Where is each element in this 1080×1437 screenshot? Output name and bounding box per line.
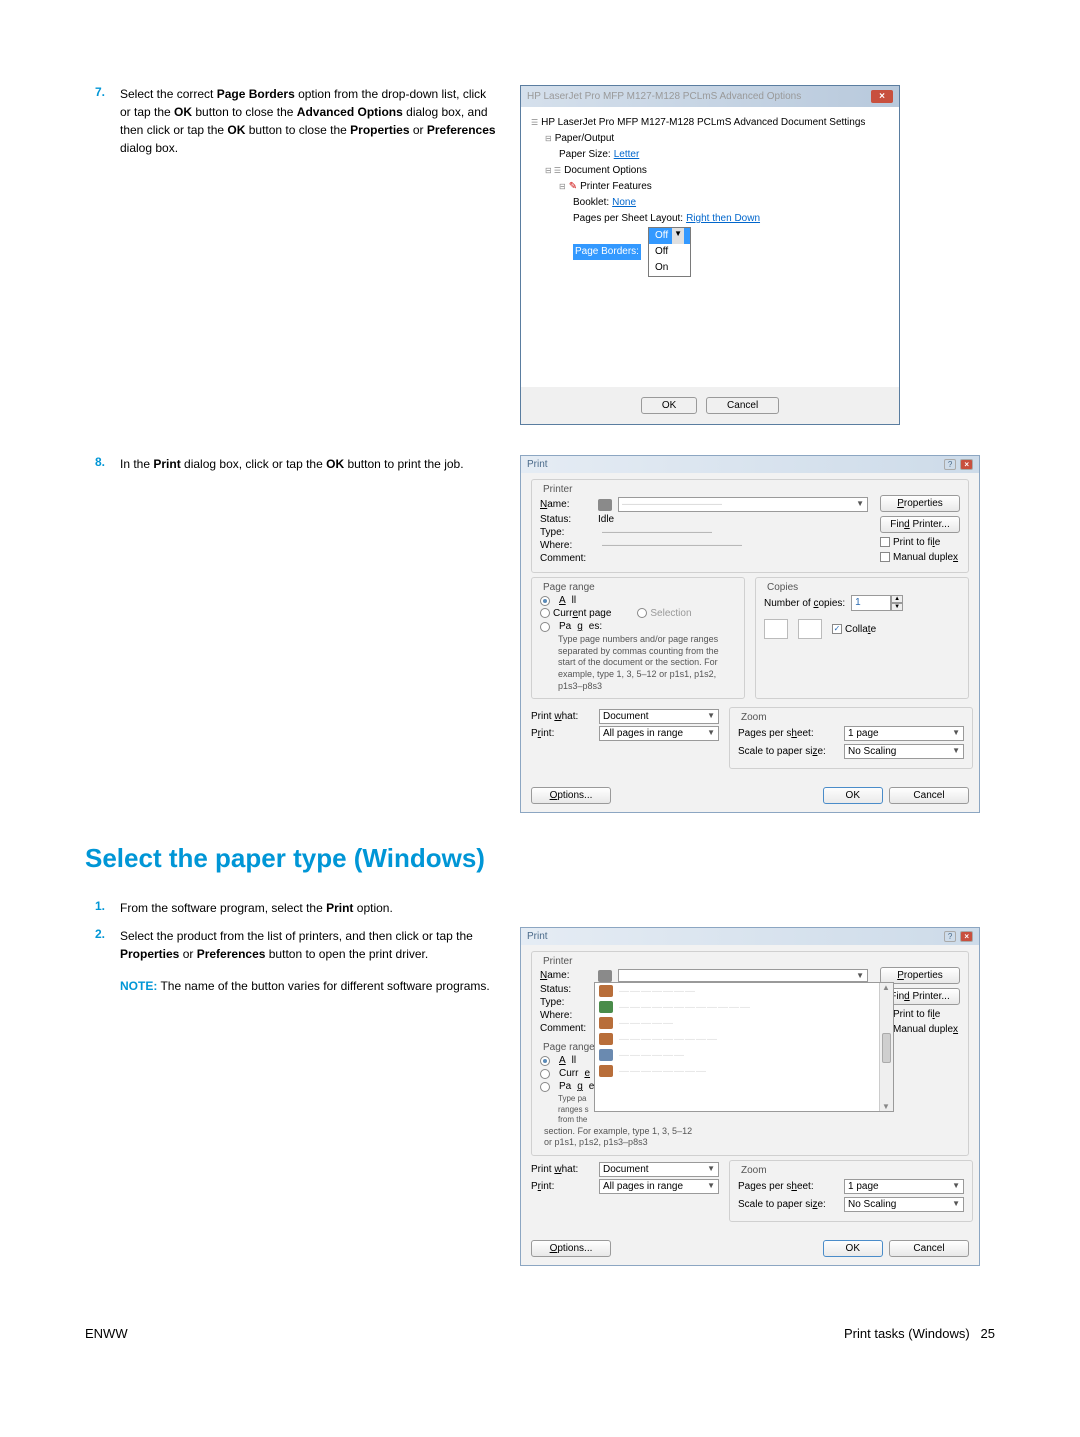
properties-button[interactable]: Properties	[880, 495, 960, 512]
dialog-title: HP LaserJet Pro MFP M127-M128 PCLmS Adva…	[527, 91, 801, 102]
step-7-text: Select the correct Page Borders option f…	[120, 85, 500, 425]
help-icon[interactable]: ?	[944, 931, 956, 942]
fieldset-label: Printer	[540, 956, 575, 967]
printer-name-select[interactable]: ▼	[618, 969, 868, 982]
close-icon[interactable]: ×	[960, 459, 973, 470]
name-label: Name:	[540, 970, 592, 981]
settings-tree: ☰HP LaserJet Pro MFP M127-M128 PCLmS Adv…	[531, 115, 889, 277]
close-icon[interactable]: ×	[960, 931, 973, 942]
type-label: Type:	[540, 997, 592, 1008]
step-number: 2.	[85, 927, 105, 1266]
step-2-text: Select the product from the list of prin…	[120, 927, 500, 1266]
comment-label: Comment:	[540, 1023, 592, 1034]
print-what-label: Print what:	[531, 711, 593, 722]
printer-dropdown-list[interactable]: ——————— ———————————— ————— ————————— ———…	[594, 982, 894, 1112]
list-item[interactable]: ——————	[595, 1047, 893, 1063]
dialog-titlebar: Print ? ×	[521, 928, 979, 945]
section-heading: Select the paper type (Windows)	[85, 843, 995, 874]
print-dialog-with-list: Print ? × Printer Name: ▼	[520, 927, 980, 1266]
fieldset-label: Copies	[764, 582, 801, 593]
printer-icon	[598, 970, 612, 982]
collate-icon	[798, 619, 822, 639]
ok-button[interactable]: OK	[641, 397, 697, 414]
print-what-select[interactable]: Document▼	[599, 709, 719, 724]
where-label: Where:	[540, 1010, 592, 1021]
fieldset-label: Page range	[540, 582, 598, 593]
name-label: Name:	[540, 499, 592, 510]
all-radio[interactable]: All	[540, 595, 736, 606]
fieldset-label: Printer	[540, 484, 575, 495]
scale-select[interactable]: No Scaling▼	[844, 744, 964, 759]
dialog-titlebar: Print ? ×	[521, 456, 979, 473]
step-1-text: From the software program, select the Pr…	[120, 899, 995, 917]
ok-button[interactable]: OK	[823, 1240, 883, 1257]
dropdown-option[interactable]: Off	[649, 244, 690, 260]
chevron-down-icon[interactable]: ▼	[672, 228, 684, 244]
dialog-titlebar: HP LaserJet Pro MFP M127-M128 PCLmS Adva…	[521, 86, 899, 107]
list-item[interactable]: —————	[595, 1015, 893, 1031]
ok-button[interactable]: OK	[823, 787, 883, 804]
pages-per-sheet-select[interactable]: 1 page▼	[844, 726, 964, 741]
collate-icon	[764, 619, 788, 639]
scale-label: Scale to paper size:	[738, 1199, 838, 1210]
scale-label: Scale to paper size:	[738, 746, 838, 757]
list-item[interactable]: —————————	[595, 1031, 893, 1047]
print-what-label: Print what:	[531, 1164, 593, 1175]
fieldset-label: Zoom	[738, 1165, 770, 1176]
scrollbar[interactable]	[879, 983, 893, 1111]
comment-label: Comment:	[540, 553, 592, 564]
list-item[interactable]: ———————	[595, 983, 893, 999]
print-label: Print:	[531, 1181, 593, 1192]
chevron-down-icon[interactable]: ▼	[856, 499, 864, 510]
step-number: 8.	[85, 455, 105, 813]
footer-left: ENWW	[85, 1326, 128, 1341]
close-icon[interactable]: ×	[871, 90, 893, 103]
cancel-button[interactable]: Cancel	[706, 397, 779, 414]
step-8-text: In the Print dialog box, click or tap th…	[120, 455, 500, 813]
dropdown-option[interactable]: On	[649, 260, 690, 276]
status-label: Status:	[540, 514, 592, 525]
pages-per-sheet-select[interactable]: 1 page▼	[844, 1179, 964, 1194]
scale-select[interactable]: No Scaling▼	[844, 1197, 964, 1212]
list-item[interactable]: ————————	[595, 1063, 893, 1079]
type-label: Type:	[540, 527, 592, 538]
advanced-options-dialog: HP LaserJet Pro MFP M127-M128 PCLmS Adva…	[520, 85, 900, 425]
status-value: Idle	[598, 514, 614, 525]
options-button[interactable]: Options...	[531, 787, 611, 804]
copies-spinner[interactable]: 1 ▲▼	[851, 595, 903, 611]
list-item[interactable]: ————————————	[595, 999, 893, 1015]
manual-duplex-checkbox[interactable]: Manual duplex	[880, 552, 960, 563]
where-label: Where:	[540, 540, 592, 551]
step-number: 1.	[85, 899, 105, 917]
print-to-file-checkbox[interactable]: Print to file	[880, 537, 960, 548]
print-select[interactable]: All pages in range▼	[599, 726, 719, 741]
num-copies-label: Number of copies:	[764, 598, 845, 609]
find-printer-button[interactable]: Find Printer...	[880, 516, 960, 533]
fieldset-label: Zoom	[738, 712, 770, 723]
printer-name-select[interactable]: ——————————▼	[618, 497, 868, 512]
status-label: Status:	[540, 984, 592, 995]
print-label: Print:	[531, 728, 593, 739]
print-what-select[interactable]: Document▼	[599, 1162, 719, 1177]
page-borders-dropdown[interactable]: Off▼ Off On	[648, 227, 691, 277]
step-number: 7.	[85, 85, 105, 425]
pages-per-sheet-label: Pages per sheet:	[738, 728, 838, 739]
page-borders-label[interactable]: Page Borders:	[573, 244, 641, 260]
current-page-radio[interactable]: Current page	[540, 608, 611, 619]
fieldset-label: Page range	[540, 1042, 598, 1053]
printer-icon	[598, 499, 612, 511]
pages-per-sheet-label: Pages per sheet:	[738, 1181, 838, 1192]
cancel-button[interactable]: Cancel	[889, 787, 969, 804]
footer-right: Print tasks (Windows) 25	[844, 1326, 995, 1341]
collate-checkbox[interactable]: Collate	[832, 624, 876, 635]
print-dialog: Print ? × Printer Name: ——————————▼	[520, 455, 980, 813]
print-select[interactable]: All pages in range▼	[599, 1179, 719, 1194]
pages-hint: Type page numbers and/or page ranges sep…	[540, 634, 736, 692]
cancel-button[interactable]: Cancel	[889, 1240, 969, 1257]
selection-radio: Selection	[637, 608, 691, 619]
pages-radio[interactable]: Pages:	[540, 621, 736, 632]
help-icon[interactable]: ?	[944, 459, 956, 470]
options-button[interactable]: Options...	[531, 1240, 611, 1257]
